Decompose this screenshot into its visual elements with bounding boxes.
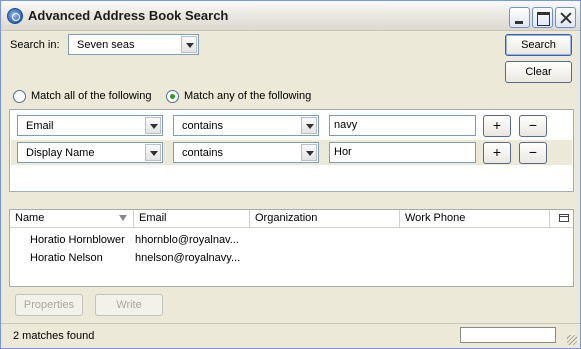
search-in-label: Search in: — [10, 39, 60, 51]
resize-grip[interactable] — [567, 335, 577, 345]
match-all-radio[interactable] — [13, 90, 26, 103]
criteria-operator-value: contains — [182, 147, 223, 159]
column-picker-icon — [559, 214, 569, 222]
progress-panel — [460, 327, 556, 343]
properties-button[interactable]: Properties — [15, 294, 83, 316]
criteria-row: Display Name contains Hor + − — [11, 140, 572, 165]
title-bar: Advanced Address Book Search — [1, 1, 580, 31]
column-header-name-label: Name — [15, 212, 45, 224]
remove-criteria-button[interactable]: − — [519, 115, 547, 137]
window-title: Advanced Address Book Search — [28, 8, 229, 23]
search-button[interactable]: Search — [505, 34, 572, 56]
criteria-row: Email contains navy + − — [11, 113, 572, 138]
column-header-email-label: Email — [139, 212, 167, 224]
thunderbird-app-icon — [7, 8, 23, 24]
chevron-down-icon — [181, 36, 197, 53]
chevron-down-icon — [145, 144, 161, 161]
search-criteria-list: Email contains navy + − Display Name con… — [9, 109, 574, 192]
minimize-button[interactable] — [509, 7, 530, 28]
chevron-down-icon — [301, 144, 317, 161]
result-email: hhornblo@royalnav... — [135, 234, 239, 246]
criteria-field-dropdown[interactable]: Email — [17, 115, 163, 136]
criteria-field-value: Display Name — [26, 147, 95, 159]
criteria-operator-dropdown[interactable]: contains — [173, 115, 319, 136]
advanced-search-window: Advanced Address Book Search Search in: … — [0, 0, 581, 349]
result-email: hnelson@royalnavy... — [135, 252, 241, 264]
write-button[interactable]: Write — [95, 294, 163, 316]
criteria-value-text: navy — [334, 119, 358, 131]
column-header-work-phone-label: Work Phone — [405, 212, 466, 224]
close-button[interactable] — [555, 7, 576, 28]
criteria-value-input[interactable]: Hor — [329, 142, 476, 163]
chevron-down-icon — [145, 117, 161, 134]
search-in-value: Seven seas — [77, 39, 135, 51]
remove-criteria-button[interactable]: − — [519, 142, 547, 164]
column-header-organization[interactable]: Organization — [250, 210, 400, 228]
add-criteria-button[interactable]: + — [483, 142, 511, 164]
column-picker[interactable] — [550, 210, 573, 228]
result-name: Horatio Nelson — [30, 252, 103, 264]
criteria-field-dropdown[interactable]: Display Name — [17, 142, 163, 163]
results-list: Name Email Organization Work Phone Horat… — [9, 209, 574, 287]
criteria-field-value: Email — [26, 120, 54, 132]
add-criteria-button[interactable]: + — [483, 115, 511, 137]
criteria-value-text: Hor — [334, 146, 352, 158]
match-any-label[interactable]: Match any of the following — [184, 90, 311, 102]
criteria-operator-value: contains — [182, 120, 223, 132]
search-in-dropdown[interactable]: Seven seas — [68, 34, 199, 55]
column-header-organization-label: Organization — [255, 212, 318, 224]
criteria-value-input[interactable]: navy — [329, 115, 476, 136]
chevron-down-icon — [301, 117, 317, 134]
sort-descending-icon — [119, 215, 127, 221]
status-bar: 2 matches found — [1, 323, 580, 348]
column-header-email[interactable]: Email — [134, 210, 250, 228]
column-header-name[interactable]: Name — [10, 210, 134, 228]
criteria-operator-dropdown[interactable]: contains — [173, 142, 319, 163]
match-any-radio[interactable] — [166, 90, 179, 103]
column-header-work-phone[interactable]: Work Phone — [400, 210, 550, 228]
result-name: Horatio Hornblower — [30, 234, 125, 246]
clear-button[interactable]: Clear — [505, 61, 572, 83]
maximize-button[interactable] — [532, 7, 553, 28]
match-all-label[interactable]: Match all of the following — [31, 90, 151, 102]
status-text: 2 matches found — [13, 330, 95, 342]
